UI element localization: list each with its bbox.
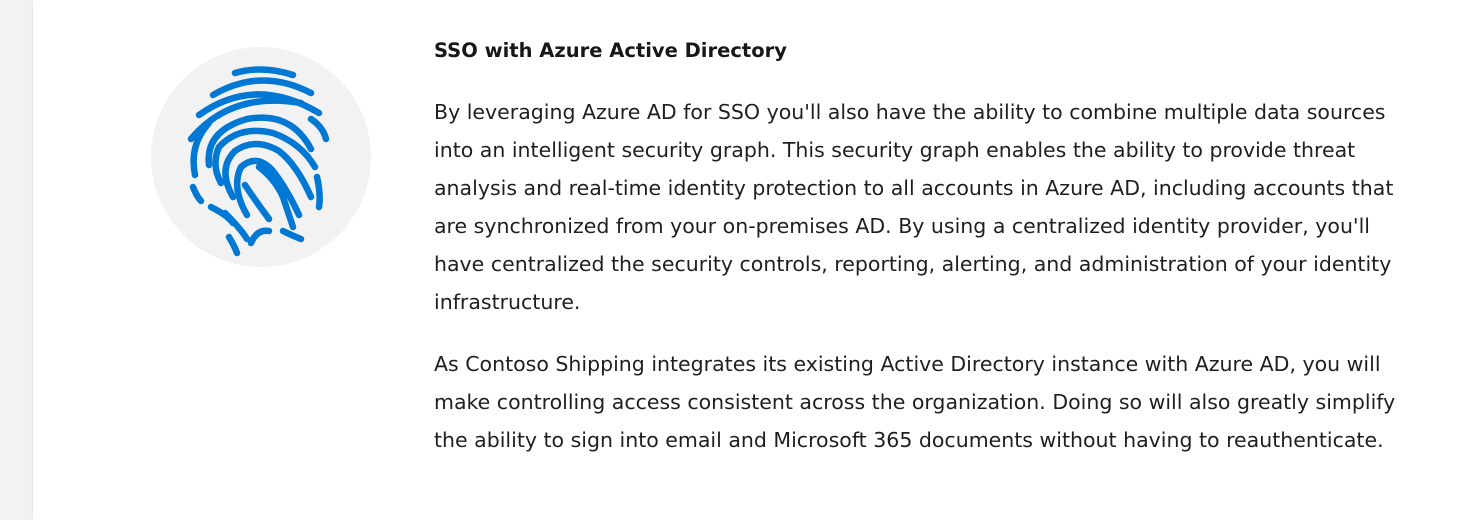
fingerprint-icon [187, 66, 330, 257]
content-panel: SSO with Azure Active Directory By lever… [33, 0, 1472, 520]
fingerprint-illustration [151, 47, 371, 267]
paragraph-contoso-integration: As Contoso Shipping integrates its exist… [434, 352, 1396, 452]
article-content: SSO with Azure Active Directory By lever… [434, 35, 1404, 459]
section-title: SSO with Azure Active Directory [434, 39, 787, 62]
paragraph-sso-benefits: By leveraging Azure AD for SSO you'll al… [434, 100, 1394, 314]
